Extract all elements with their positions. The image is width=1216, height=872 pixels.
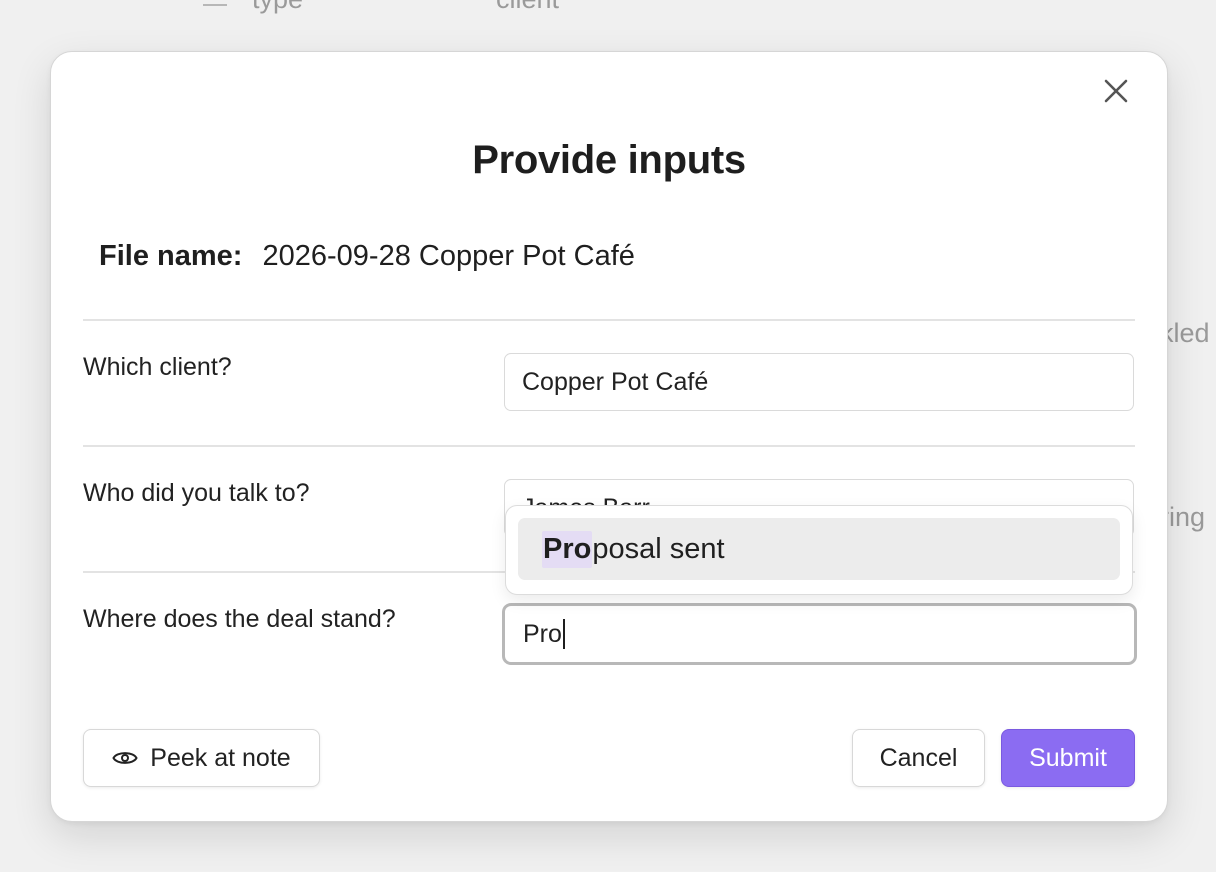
suggestion-match-highlight: Pro bbox=[542, 530, 593, 568]
close-button[interactable] bbox=[1098, 73, 1134, 109]
suggestion-item-proposal-sent[interactable]: Pro posal sent bbox=[518, 518, 1120, 580]
client-input[interactable]: Copper Pot Café bbox=[504, 353, 1134, 411]
contact-field-label: Who did you talk to? bbox=[83, 479, 310, 507]
divider bbox=[83, 319, 1135, 321]
property-value: client bbox=[496, 0, 559, 15]
menu-lines-icon bbox=[203, 0, 227, 10]
modal-title: Provide inputs bbox=[472, 138, 746, 182]
eye-icon bbox=[112, 752, 138, 764]
file-name-value: 2026-09-28 Copper Pot Café bbox=[262, 240, 635, 272]
peek-at-note-button[interactable]: Peek at note bbox=[83, 729, 320, 787]
deal-stage-input[interactable]: Pro bbox=[502, 603, 1137, 665]
close-icon bbox=[1104, 79, 1128, 103]
cancel-button[interactable]: Cancel bbox=[852, 729, 985, 787]
deal-stage-field-label: Where does the deal stand? bbox=[83, 605, 396, 633]
text-caret bbox=[562, 619, 565, 649]
file-name-row: File name: 2026-09-28 Copper Pot Café bbox=[99, 240, 635, 273]
client-field-label: Which client? bbox=[83, 353, 232, 381]
file-name-label: File name: bbox=[99, 240, 243, 272]
suggestion-rest: posal sent bbox=[592, 532, 725, 565]
deal-stage-input-value: Pro bbox=[523, 619, 562, 648]
submit-button[interactable]: Submit bbox=[1001, 729, 1135, 787]
provide-inputs-modal: Provide inputs File name: 2026-09-28 Cop… bbox=[50, 51, 1168, 822]
property-type-label: type bbox=[252, 0, 303, 15]
divider bbox=[83, 445, 1135, 447]
suggestion-dropdown: Pro posal sent bbox=[505, 505, 1133, 595]
peek-label: Peek at note bbox=[150, 743, 291, 772]
